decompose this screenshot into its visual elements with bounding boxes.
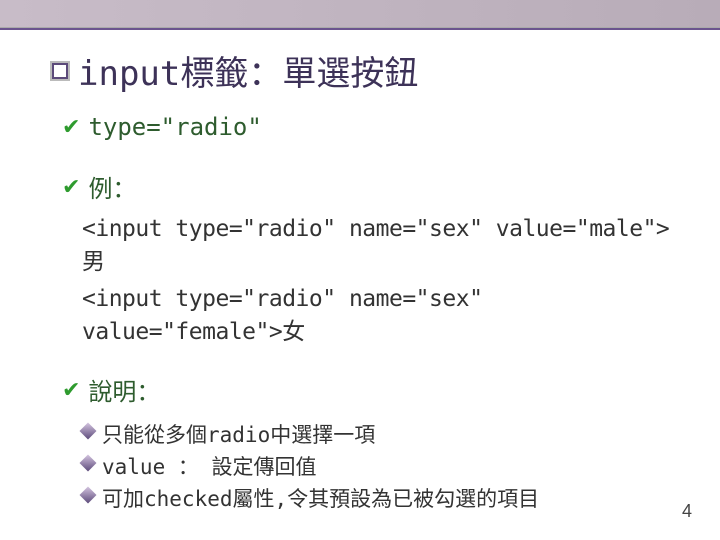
bullet-text: 例： — [88, 169, 136, 204]
check-icon: ✔ — [62, 174, 80, 200]
top-purple-line — [0, 28, 720, 30]
check-icon: ✔ — [62, 377, 80, 403]
check-icon: ✔ — [62, 114, 80, 140]
title-bullet-icon — [52, 63, 68, 79]
explanation-item-1: 只能從多個radio中選擇一項 — [82, 419, 680, 449]
bullet-example: ✔ 例： — [62, 169, 680, 204]
bullet-text: type="radio" — [88, 113, 261, 141]
code-line-male: <input type="radio" name="sex" value="ma… — [82, 216, 680, 276]
bullet-type: ✔ type="radio" — [62, 113, 680, 141]
top-decorative-bar — [0, 0, 720, 28]
explanation-text: value ： 設定傳回值 — [102, 451, 317, 481]
bullet-explanation: ✔ 說明： — [62, 372, 680, 407]
explanation-item-3: 可加checked屬性,令其預設為已被勾選的項目 — [82, 483, 680, 513]
slide-content: input標籤：單選按鈕 ✔ type="radio" ✔ 例： <input … — [0, 46, 720, 513]
explanation-text: 可加checked屬性,令其預設為已被勾選的項目 — [102, 483, 539, 513]
page-number: 4 — [682, 501, 692, 522]
diamond-icon — [80, 455, 97, 472]
slide-title: input標籤：單選按鈕 — [78, 46, 418, 95]
explanation-text: 只能從多個radio中選擇一項 — [102, 419, 375, 449]
title-row: input標籤：單選按鈕 — [52, 46, 680, 95]
diamond-icon — [80, 487, 97, 504]
explanation-item-2: value ： 設定傳回值 — [82, 451, 680, 481]
code-line-female: <input type="radio" name="sex" value="fe… — [82, 286, 680, 346]
explanation-label: 說明： — [88, 372, 160, 407]
diamond-icon — [80, 423, 97, 440]
